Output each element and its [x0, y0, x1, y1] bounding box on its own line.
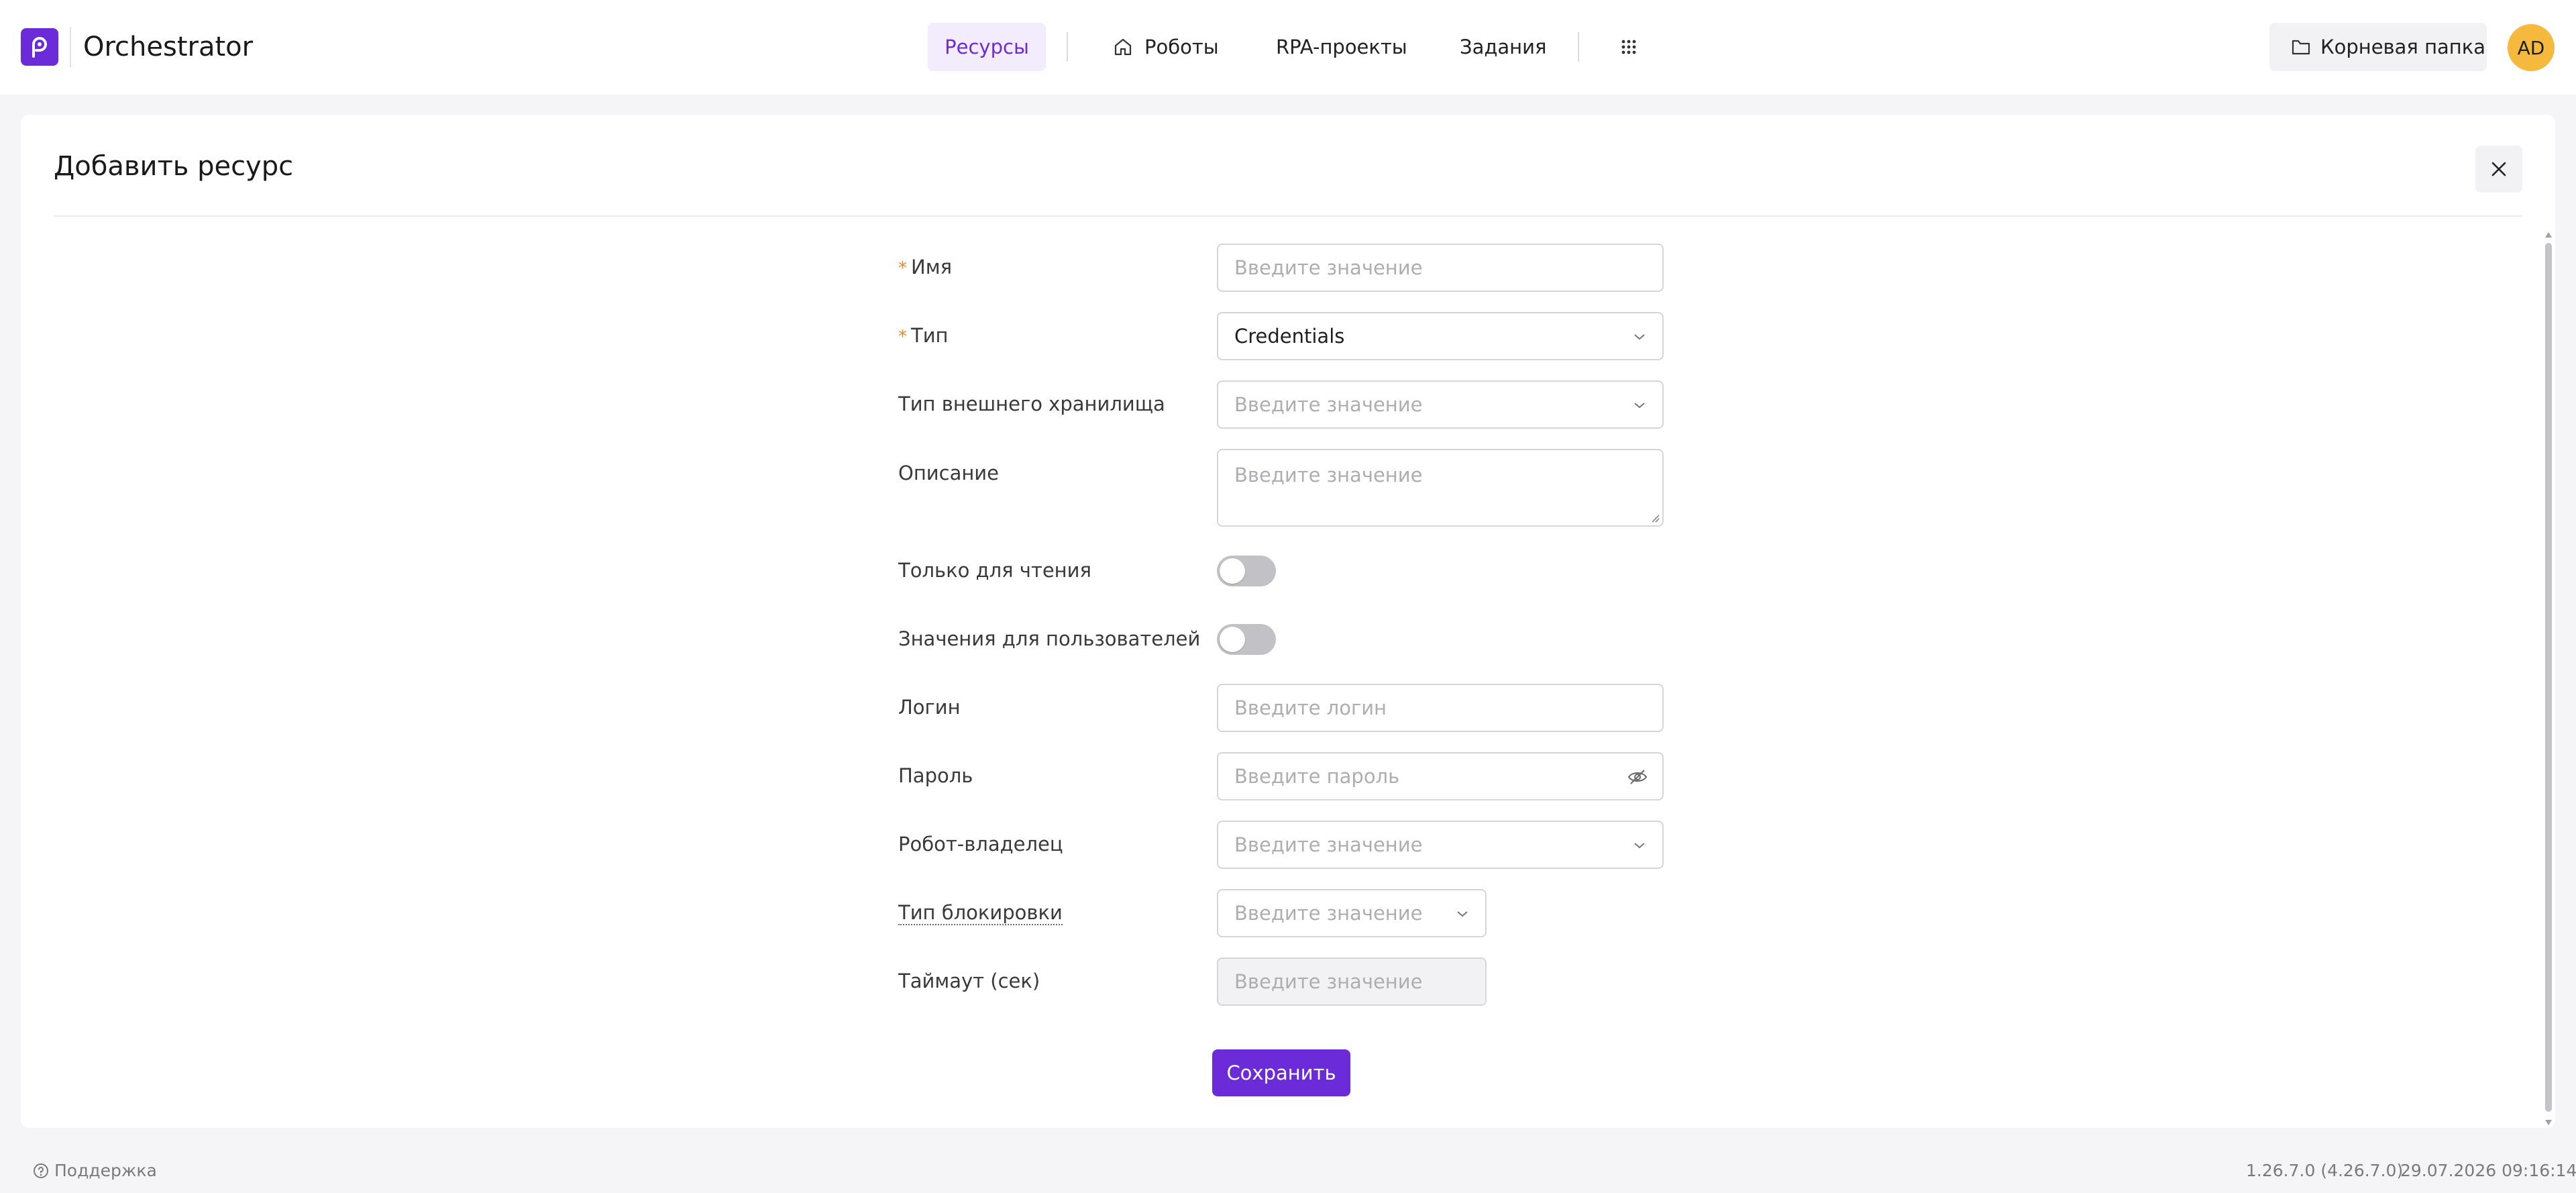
- password-label: Пароль: [898, 764, 973, 787]
- support-label: Поддержка: [54, 1161, 157, 1180]
- name-label: * Имя: [898, 254, 952, 280]
- required-asterisk-icon: *: [898, 327, 907, 347]
- description-textarea[interactable]: [1234, 450, 1662, 525]
- panel-scrollbar[interactable]: [2544, 231, 2553, 1127]
- nav-resources-label: Ресурсы: [945, 36, 1029, 58]
- lock-type-label-text: Тип блокировки: [898, 901, 1063, 925]
- login-input[interactable]: [1217, 684, 1664, 732]
- lock-type-placeholder: Введите значение: [1234, 902, 1423, 925]
- external-storage-placeholder: Введите значение: [1234, 393, 1423, 416]
- description-textarea-wrap: [1217, 449, 1664, 527]
- chevron-down-icon: [1457, 911, 1468, 917]
- login-label: Логин: [898, 696, 961, 719]
- timeout-input: [1217, 957, 1487, 1006]
- nav-resources[interactable]: Ресурсы: [928, 23, 1046, 71]
- app-version: 1.26.7.0 (4.26.7.0): [2246, 1161, 2404, 1180]
- owner-robot-label: Робот-владелец: [898, 833, 1063, 855]
- logo-divider: [70, 27, 71, 67]
- read-only-toggle[interactable]: [1217, 556, 1276, 586]
- password-field[interactable]: Введите пароль: [1217, 752, 1664, 800]
- app-logo[interactable]: [21, 28, 58, 66]
- user-values-label: Значения для пользователей: [898, 627, 1201, 650]
- scroll-thumb[interactable]: [2545, 243, 2552, 1112]
- description-label: Описание: [898, 462, 999, 484]
- close-button[interactable]: [2475, 146, 2522, 193]
- timeout-label: Таймаут (сек): [898, 970, 1040, 992]
- apps-menu-button[interactable]: [1615, 23, 1642, 71]
- chevron-down-icon: [1634, 334, 1645, 340]
- name-label-text: Имя: [911, 256, 953, 278]
- read-only-label: Только для чтения: [898, 559, 1091, 582]
- password-placeholder: Введите пароль: [1234, 765, 1400, 788]
- nav-robots-label: Роботы: [1144, 36, 1219, 58]
- name-input[interactable]: [1217, 244, 1664, 292]
- help-circle-icon: [34, 1163, 48, 1178]
- root-folder-label: Корневая папка: [2320, 36, 2486, 58]
- panel-title: Добавить ресурс: [54, 151, 294, 182]
- home-icon: [1114, 38, 1132, 56]
- resize-grip-icon[interactable]: [1650, 513, 1660, 523]
- nav-tasks-label: Задания: [1460, 36, 1547, 58]
- external-storage-select[interactable]: Введите значение: [1217, 380, 1664, 429]
- lock-type-select[interactable]: Введите значение: [1217, 889, 1487, 937]
- scroll-up-arrow-icon[interactable]: [2545, 232, 2552, 238]
- nav-robots[interactable]: Роботы: [1112, 23, 1219, 71]
- save-button[interactable]: Сохранить: [1212, 1049, 1350, 1096]
- eye-off-icon[interactable]: [1627, 768, 1648, 786]
- logo-icon: [32, 37, 47, 58]
- owner-robot-select[interactable]: Введите значение: [1217, 821, 1664, 869]
- server-datetime: 29.07.2026 09:16:14: [2400, 1161, 2576, 1180]
- support-link[interactable]: Поддержка: [33, 1161, 157, 1180]
- close-icon: [2491, 162, 2506, 176]
- toggle-knob: [1220, 558, 1245, 584]
- nav-separator: [1578, 32, 1579, 62]
- app-title: Orchestrator: [83, 32, 254, 62]
- chevron-down-icon: [1634, 843, 1645, 849]
- nav-tasks[interactable]: Задания: [1460, 23, 1546, 71]
- toggle-knob: [1220, 627, 1245, 652]
- panel-divider: [54, 215, 2522, 217]
- chevron-down-icon: [1634, 403, 1645, 409]
- nav-separator: [1067, 32, 1068, 62]
- top-header: Orchestrator Ресурсы Роботы RPA-проекты …: [0, 0, 2576, 95]
- nav-rpa-projects[interactable]: RPA-проекты: [1276, 23, 1407, 71]
- owner-robot-placeholder: Введите значение: [1234, 833, 1423, 856]
- user-values-toggle[interactable]: [1217, 624, 1276, 655]
- type-select[interactable]: Credentials: [1217, 312, 1664, 360]
- type-label-text: Тип: [911, 324, 949, 347]
- user-avatar[interactable]: AD: [2508, 24, 2555, 71]
- folder-icon: [2292, 40, 2310, 55]
- scroll-down-arrow-icon[interactable]: [2545, 1120, 2552, 1125]
- type-select-value: Credentials: [1234, 325, 1345, 348]
- required-asterisk-icon: *: [898, 258, 907, 278]
- nav-rpa-projects-label: RPA-проекты: [1276, 36, 1407, 58]
- external-storage-label: Тип внешнего хранилища: [898, 393, 1165, 415]
- type-label: * Тип: [898, 322, 949, 349]
- lock-type-label[interactable]: Тип блокировки: [898, 899, 1063, 926]
- root-folder-button[interactable]: Корневая папка: [2269, 23, 2487, 71]
- grid-icon: [1621, 40, 1636, 54]
